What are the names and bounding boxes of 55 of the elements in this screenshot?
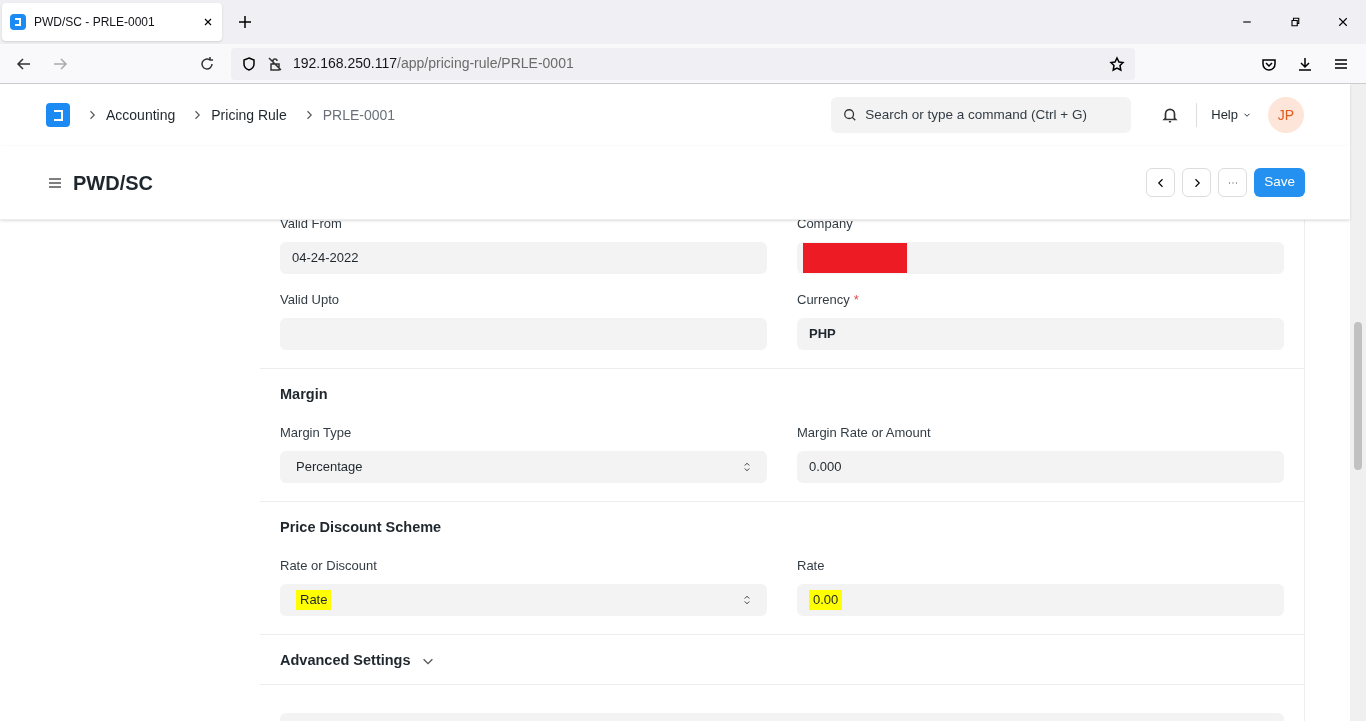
field-label: Rate [797, 557, 825, 576]
input-field[interactable]: 0.00 [797, 584, 1284, 616]
select-arrows-icon [743, 461, 751, 473]
close-icon [202, 16, 214, 28]
address-bar[interactable]: 192.168.250.117/app/pricing-rule/PRLE-0001 [231, 47, 1135, 80]
required-mark: * [853, 291, 859, 310]
restore-icon [1289, 16, 1301, 28]
field-value: Rate [296, 590, 332, 610]
more-button[interactable] [1218, 168, 1248, 197]
select-field[interactable]: Percentage [280, 451, 767, 483]
field-value: 0.00 [809, 590, 843, 610]
field-label: Company [797, 220, 853, 234]
help-menu[interactable]: Help [1211, 105, 1252, 125]
field-value: 0.000 [809, 458, 842, 477]
field-label: Valid Upto [280, 291, 339, 310]
field-label: Margin Rate or Amount [797, 424, 931, 443]
scrollbar-thumb[interactable] [1354, 322, 1362, 470]
star-icon [1109, 55, 1125, 72]
next-button[interactable] [1182, 168, 1212, 197]
shield-icon [241, 55, 257, 72]
breadcrumb-link[interactable]: PRLE-0001 [322, 104, 396, 126]
previous-button[interactable] [1146, 168, 1176, 197]
browser-tab[interactable]: PWD/SC - PRLE-0001 [2, 3, 222, 41]
close-icon [1337, 16, 1349, 28]
input-field[interactable]: 0.000 [797, 451, 1284, 483]
breadcrumb-link[interactable]: Pricing Rule [211, 104, 287, 126]
input-field[interactable] [797, 242, 1284, 274]
forward-icon [52, 55, 68, 72]
page-title: PWD/SC [73, 170, 153, 196]
section-title[interactable]: Advanced Settings [280, 650, 411, 672]
input-field[interactable]: PHP [797, 318, 1284, 350]
field-label: Margin Type [280, 424, 352, 443]
field-value: Percentage [296, 458, 363, 477]
select-field[interactable]: Rate [280, 584, 767, 616]
field-value: 04-24-2022 [292, 249, 359, 268]
field-label: Currency [797, 291, 850, 310]
section-title: Price Discount Scheme [280, 518, 442, 538]
field-label: Rate or Discount [280, 557, 377, 576]
app-logo-icon[interactable] [46, 103, 70, 127]
app-logo-icon [10, 14, 26, 30]
bell-icon [1161, 106, 1180, 124]
url-text: 192.168.250.117/app/pricing-rule/PRLE-0001 [293, 54, 575, 73]
insecure-lock-icon [267, 55, 283, 72]
new-tab-icon [237, 14, 253, 30]
back-icon [16, 55, 32, 72]
field-value: PHP [809, 325, 836, 344]
download-icon [1297, 55, 1313, 72]
search-field[interactable]: Search or type a command (Ctrl + G) [831, 97, 1132, 133]
breadcrumb-link[interactable]: Accounting [106, 104, 176, 126]
search-icon [843, 108, 858, 122]
select-arrows-icon [743, 594, 751, 606]
section-title: Margin [280, 385, 328, 405]
reload-icon [199, 55, 215, 72]
tab-title: PWD/SC - PRLE-0001 [34, 14, 156, 31]
input-field[interactable]: 04-24-2022 [280, 242, 767, 274]
